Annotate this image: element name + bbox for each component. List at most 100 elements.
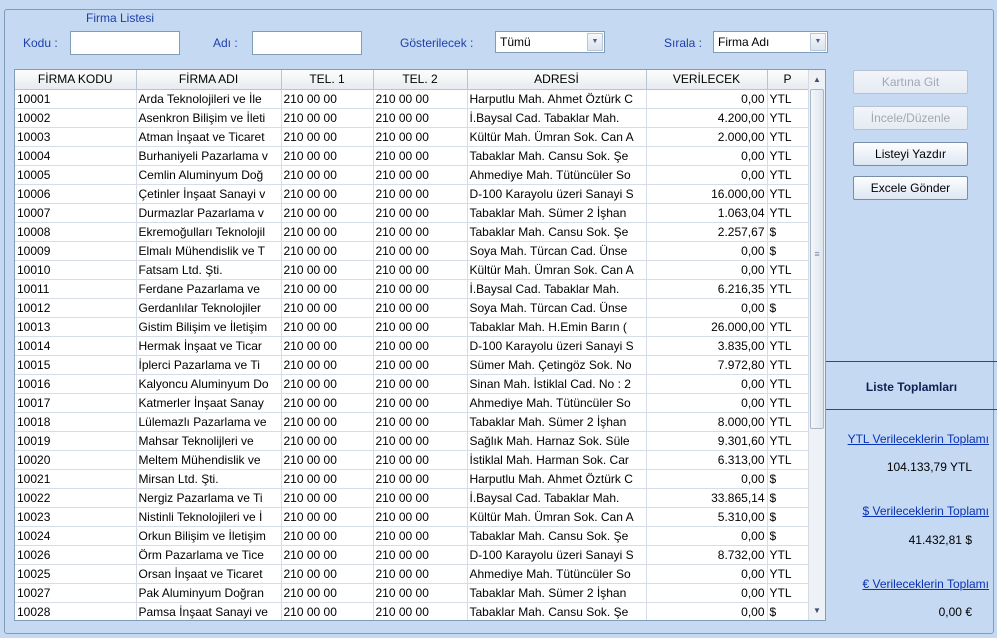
cell-verilecek: 9.301,60 (646, 431, 768, 451)
gosterilecek-select[interactable]: Tümü ▼ (495, 31, 605, 53)
cell-firma-adi: Mirsan Ltd. Şti. (136, 469, 282, 489)
table-row[interactable]: 10007 Durmazlar Pazarlama v 210 00 00 210 0… (15, 203, 809, 223)
eur-totals-link[interactable]: € Verileceklerin Toplamı (826, 577, 989, 591)
cell-para-birimi: YTL (767, 412, 809, 432)
table-row[interactable]: 10022 Nergiz Pazarlama ve Ti 210 00 00 210 … (15, 488, 809, 508)
col-header-firma-adi[interactable]: FİRMA ADI (136, 70, 282, 90)
table-row[interactable]: 10024 Orkun Bilişim ve İletişim 210 00 00 2… (15, 526, 809, 546)
cell-firma-adi: Nergiz Pazarlama ve Ti (136, 488, 282, 508)
table-row[interactable]: 10017 Katmerler İnşaat Sanay 210 00 00 210 … (15, 393, 809, 413)
cell-firma-adi: Burhaniyeli Pazarlama v (136, 146, 282, 166)
table-row[interactable]: 10005 Cemlin Aluminyum Doğ 210 00 00 210 00… (15, 165, 809, 185)
table-row[interactable]: 10006 Çetinler İnşaat Sanayi v 210 00 00 21… (15, 184, 809, 204)
table-row[interactable]: 10011 Ferdane Pazarlama ve 210 00 00 210 00… (15, 279, 809, 299)
adi-input[interactable] (252, 31, 362, 55)
table-row[interactable]: 10003 Atman İnşaat ve Ticaret 210 00 00 210… (15, 127, 809, 147)
col-header-firma-kodu[interactable]: FİRMA KODU (15, 70, 137, 90)
cell-verilecek: 0,00 (646, 393, 768, 413)
usd-totals-link[interactable]: $ Verileceklerin Toplamı (826, 504, 989, 518)
cell-tel2: 210 00 00 (373, 450, 468, 470)
cell-para-birimi: $ (767, 602, 809, 620)
table-row[interactable]: 10023 Nistinli Teknolojileri ve İ 210 00 0… (15, 507, 809, 527)
col-header-tel1[interactable]: TEL. 1 (281, 70, 374, 90)
cell-tel1: 210 00 00 (281, 602, 374, 620)
col-header-adresi[interactable]: ADRESİ (467, 70, 647, 90)
cell-verilecek: 0,00 (646, 564, 768, 584)
cell-verilecek: 6.216,35 (646, 279, 768, 299)
ytl-totals-link[interactable]: YTL Verileceklerin Toplamı (826, 432, 989, 446)
cell-adresi: Tabaklar Mah. Sümer 2 İşhan (467, 203, 647, 223)
cell-para-birimi: YTL (767, 431, 809, 451)
cell-para-birimi: YTL (767, 564, 809, 584)
table-row[interactable]: 10025 Orsan İnşaat ve Ticaret 210 00 00 210… (15, 564, 809, 584)
table-row[interactable]: 10019 Mahsar Teknolijleri ve 210 00 00 210 … (15, 431, 809, 451)
cell-adresi: Kültür Mah. Ümran Sok. Can A (467, 507, 647, 527)
cell-adresi: Harputlu Mah. Ahmet Öztürk C (467, 469, 647, 489)
table-row[interactable]: 10012 Gerdanlılar Teknolojiler 210 00 00 21… (15, 298, 809, 318)
cell-verilecek: 4.200,00 (646, 108, 768, 128)
arrow-down-icon[interactable]: ▼ (809, 602, 825, 619)
excele-gonder-button[interactable]: Excele Gönder (853, 176, 968, 200)
table-row[interactable]: 10018 Lülemazlı Pazarlama ve 210 00 00 210 … (15, 412, 809, 432)
table-row[interactable]: 10004 Burhaniyeli Pazarlama v 210 00 00 210… (15, 146, 809, 166)
chevron-down-icon[interactable]: ▼ (810, 33, 826, 51)
cell-firma-adi: Nistinli Teknolojileri ve İ (136, 507, 282, 527)
cell-firma-adi: Orsan İnşaat ve Ticaret (136, 564, 282, 584)
cell-firma-adi: Hermak İnşaat ve Ticar (136, 336, 282, 356)
table-row[interactable]: 10026 Örm Pazarlama ve Tice 210 00 00 210 0… (15, 545, 809, 565)
scroll-thumb[interactable]: ≡ (810, 89, 824, 429)
cell-para-birimi: YTL (767, 184, 809, 204)
cell-tel1: 210 00 00 (281, 583, 374, 603)
table-row[interactable]: 10009 Elmalı Mühendislik ve T 210 00 00 210… (15, 241, 809, 261)
cell-para-birimi: YTL (767, 260, 809, 280)
cell-firma-adi: Ferdane Pazarlama ve (136, 279, 282, 299)
incele-duzenle-button[interactable]: İncele/Düzenle (853, 106, 968, 130)
cell-para-birimi: YTL (767, 203, 809, 223)
cell-tel1: 210 00 00 (281, 146, 374, 166)
cell-firma-adi: Asenkron Bilişim ve İleti (136, 108, 282, 128)
col-header-verilecek[interactable]: VERİLECEK (646, 70, 768, 90)
cell-firma-kodu: 10009 (15, 241, 137, 261)
table-row[interactable]: 10021 Mirsan Ltd. Şti. 210 00 00 210 00 00 H… (15, 469, 809, 489)
table-row[interactable]: 10008 Ekremoğulları Teknolojil 210 00 00 21… (15, 222, 809, 242)
kartina-git-button[interactable]: Kartına Git (853, 70, 968, 94)
cell-firma-kodu: 10022 (15, 488, 137, 508)
col-header-tel2[interactable]: TEL. 2 (373, 70, 468, 90)
listeyi-yazdir-button[interactable]: Listeyi Yazdır (853, 142, 968, 166)
col-header-p[interactable]: P (767, 70, 809, 90)
vertical-scrollbar[interactable]: ▲ ≡ ▼ (808, 70, 825, 620)
cell-tel2: 210 00 00 (373, 431, 468, 451)
cell-tel1: 210 00 00 (281, 203, 374, 223)
kodu-input[interactable] (70, 31, 180, 55)
cell-firma-adi: Arda Teknolojileri ve İle (136, 89, 282, 109)
table-row[interactable]: 10028 Pamsa İnşaat Sanayi ve 210 00 00 210 … (15, 602, 809, 620)
cell-verilecek: 26.000,00 (646, 317, 768, 337)
firma-grid[interactable]: FİRMA KODU FİRMA ADI TEL. 1 TEL. 2 ADRES… (14, 69, 826, 621)
table-row[interactable]: 10014 Hermak İnşaat ve Ticar 210 00 00 210 … (15, 336, 809, 356)
cell-firma-adi: İplerci Pazarlama ve Ti (136, 355, 282, 375)
table-row[interactable]: 10020 Meltem Mühendislik ve 210 00 00 210 0… (15, 450, 809, 470)
cell-verilecek: 8.000,00 (646, 412, 768, 432)
cell-para-birimi: YTL (767, 374, 809, 394)
cell-firma-adi: Lülemazlı Pazarlama ve (136, 412, 282, 432)
table-row[interactable]: 10001 Arda Teknolojileri ve İle 210 00 00 2… (15, 89, 809, 109)
cell-tel2: 210 00 00 (373, 336, 468, 356)
cell-para-birimi: $ (767, 241, 809, 261)
table-row[interactable]: 10027 Pak Aluminyum Doğran 210 00 00 210 00… (15, 583, 809, 603)
cell-para-birimi: $ (767, 507, 809, 527)
cell-adresi: Sümer Mah. Çetingöz Sok. No (467, 355, 647, 375)
sirala-value: Firma Adı (718, 35, 770, 49)
cell-verilecek: 0,00 (646, 260, 768, 280)
cell-firma-kodu: 10017 (15, 393, 137, 413)
arrow-up-icon[interactable]: ▲ (809, 71, 825, 88)
table-row[interactable]: 10002 Asenkron Bilişim ve İleti 210 00 00 2… (15, 108, 809, 128)
cell-firma-kodu: 10019 (15, 431, 137, 451)
table-row[interactable]: 10013 Gistim Bilişim ve İletişim 210 00 00… (15, 317, 809, 337)
table-row[interactable]: 10016 Kalyoncu Aluminyum Do 210 00 00 210 0… (15, 374, 809, 394)
chevron-down-icon[interactable]: ▼ (587, 33, 603, 51)
cell-adresi: Tabaklar Mah. Cansu Sok. Şe (467, 526, 647, 546)
table-row[interactable]: 10010 Fatsam Ltd. Şti. 210 00 00 210 00 00 K… (15, 260, 809, 280)
sirala-select[interactable]: Firma Adı ▼ (713, 31, 828, 53)
cell-tel2: 210 00 00 (373, 469, 468, 489)
table-row[interactable]: 10015 İplerci Pazarlama ve Ti 210 00 00 210… (15, 355, 809, 375)
